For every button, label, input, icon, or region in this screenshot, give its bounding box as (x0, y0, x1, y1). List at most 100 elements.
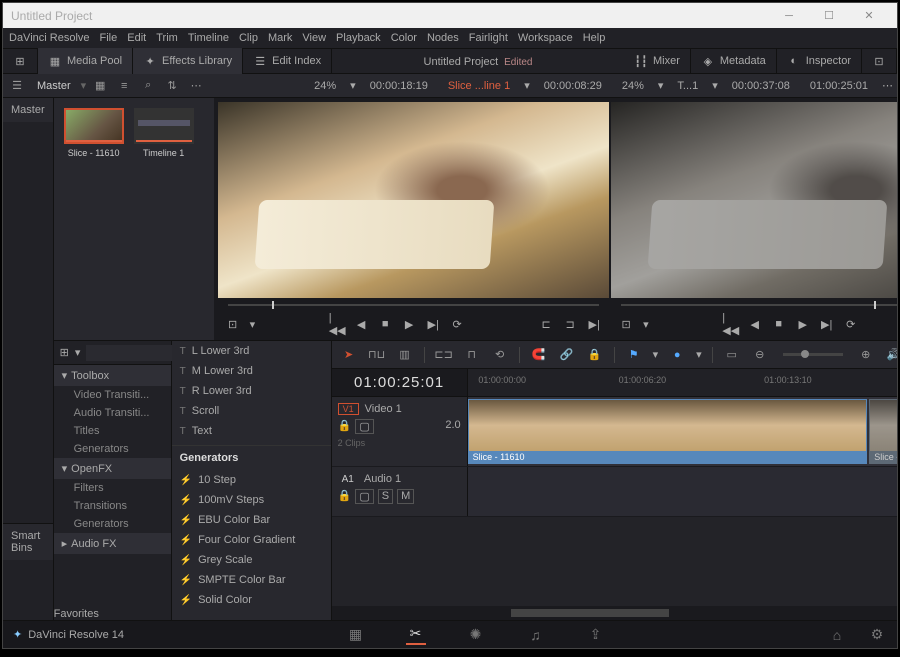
minimize-button[interactable]: ─ (769, 3, 809, 28)
menu-fairlight[interactable]: Fairlight (469, 32, 508, 44)
timeline-thumbnail[interactable]: Timeline 1 (134, 108, 194, 158)
expand-button[interactable]: ⊡ (862, 48, 897, 74)
menu-view[interactable]: View (302, 32, 326, 44)
edit-page-button[interactable]: ✂ (406, 625, 426, 645)
timeline-timecode[interactable]: 01:00:25:01 (332, 369, 468, 396)
lock-icon[interactable]: 🔒 (338, 419, 352, 434)
prev-frame-button[interactable]: ◀ (354, 317, 368, 331)
v1-tag[interactable]: V1 (338, 403, 359, 415)
lock-icon[interactable]: 🔒 (338, 489, 352, 504)
sort-icon[interactable]: ⇅ (162, 77, 182, 95)
fx-item[interactable]: Generators (54, 440, 171, 458)
more-icon[interactable]: ⋯ (186, 77, 206, 95)
prev-frame-button[interactable]: ◀ (748, 317, 762, 331)
source-screen[interactable] (218, 102, 610, 298)
program-zoom[interactable]: 24% (616, 80, 650, 92)
generator-item[interactable]: ⚡10 Step (172, 470, 331, 490)
stop-button[interactable]: ■ (378, 317, 392, 331)
marker-button[interactable]: ● (668, 346, 686, 364)
overwrite-tool[interactable]: ⊓ (463, 346, 481, 364)
menu-trim[interactable]: Trim (156, 32, 178, 44)
title-item[interactable]: TM Lower 3rd (172, 361, 331, 381)
view-options-button[interactable]: ▭ (723, 346, 741, 364)
timeline-scrollbar[interactable] (332, 606, 897, 620)
loop-button[interactable]: ⟳ (450, 317, 464, 331)
menu-mark[interactable]: Mark (268, 32, 292, 44)
thumbnail-view-icon[interactable]: ▦ (90, 77, 110, 95)
favorites-section[interactable]: Favorites (54, 608, 171, 620)
program-screen[interactable] (611, 102, 897, 298)
generator-item[interactable]: ⚡SMPTE Color Bar (172, 570, 331, 590)
first-frame-button[interactable]: |◀◀ (724, 317, 738, 331)
match-frame-icon[interactable]: ⊡ (619, 317, 633, 331)
snap-button[interactable]: 🧲 (530, 346, 548, 364)
source-zoom[interactable]: 24% (308, 80, 342, 92)
play-button[interactable]: ▶ (402, 317, 416, 331)
next-frame-button[interactable]: ▶| (820, 317, 834, 331)
toggle-panel-button[interactable]: ⊞ (3, 48, 38, 74)
panel-icon[interactable]: ⊞ (60, 346, 69, 359)
metadata-button[interactable]: ◈Metadata (691, 48, 777, 74)
zoom-slider[interactable] (783, 353, 843, 356)
menu-timeline[interactable]: Timeline (188, 32, 229, 44)
fx-item[interactable]: Audio Transiti... (54, 404, 171, 422)
menu-color[interactable]: Color (391, 32, 417, 44)
solo-button[interactable]: S (378, 489, 393, 504)
lock-button[interactable]: 🔒 (586, 346, 604, 364)
match-frame-icon[interactable]: ⊡ (226, 317, 240, 331)
trim-tool[interactable]: ⊓⊔ (368, 346, 386, 364)
toolbox-category[interactable]: ▾Toolbox (54, 365, 171, 386)
menu-help[interactable]: Help (583, 32, 606, 44)
edit-index-button[interactable]: ☰Edit Index (243, 48, 332, 74)
selection-tool[interactable]: ➤ (340, 346, 358, 364)
track-enable-button[interactable]: ▢ (355, 489, 373, 504)
clip-thumbnail[interactable]: Slice - 11610 (64, 108, 124, 158)
deliver-page-button[interactable]: ⇪ (586, 625, 606, 645)
close-button[interactable]: ✕ (849, 3, 889, 28)
inspector-button[interactable]: ◐Inspector (777, 48, 862, 74)
mixer-button[interactable]: ┇┇Mixer (624, 48, 691, 74)
flag-button[interactable]: ⚑ (625, 346, 643, 364)
generator-item[interactable]: ⚡EBU Color Bar (172, 510, 331, 530)
timeline-clip[interactable]: Slice - 11610 (869, 399, 897, 464)
replace-tool[interactable]: ⟲ (491, 346, 509, 364)
effects-library-button[interactable]: ✦Effects Library (133, 48, 243, 74)
zoom-in-button[interactable]: ⊕ (857, 346, 875, 364)
bin-path[interactable]: Master (31, 80, 77, 92)
first-frame-button[interactable]: |◀◀ (330, 317, 344, 331)
a1-tag[interactable]: A1 (338, 474, 358, 485)
zoom-out-button[interactable]: ⊖ (751, 346, 769, 364)
fx-item[interactable]: Titles (54, 422, 171, 440)
fairlight-page-button[interactable]: ♫ (526, 625, 546, 645)
bin-master[interactable]: Master (3, 98, 53, 122)
next-frame-button[interactable]: ▶| (426, 317, 440, 331)
mute-button[interactable]: M (397, 489, 414, 504)
audio-track-header[interactable]: A1Audio 1 🔒▢SM (332, 467, 468, 516)
generator-item[interactable]: ⚡Grey Scale (172, 550, 331, 570)
stop-button[interactable]: ■ (772, 317, 786, 331)
out-point-button[interactable]: ⊐ (563, 317, 577, 331)
settings-button[interactable]: ⚙ (867, 625, 887, 645)
fx-item[interactable]: Transitions (54, 497, 171, 515)
link-button[interactable]: 🔗 (558, 346, 576, 364)
generator-item[interactable]: ⚡Solid Color (172, 590, 331, 610)
home-button[interactable]: ⌂ (827, 625, 847, 645)
program-scrubber[interactable] (611, 298, 897, 312)
title-item[interactable]: TText (172, 421, 331, 441)
menu-playback[interactable]: Playback (336, 32, 381, 44)
maximize-button[interactable]: ☐ (809, 3, 849, 28)
generator-item[interactable]: ⚡100mV Steps (172, 490, 331, 510)
insert-tool[interactable]: ⊏⊐ (435, 346, 453, 364)
source-scrubber[interactable] (218, 298, 610, 312)
generator-item[interactable]: ⚡Four Color Gradient (172, 530, 331, 550)
video-track-header[interactable]: V1Video 1 🔒▢2.0 2 Clips (332, 397, 468, 466)
list-view-icon[interactable]: ≡ (114, 77, 134, 95)
in-point-button[interactable]: ⊏ (539, 317, 553, 331)
fx-item[interactable]: Filters (54, 479, 171, 497)
menu-clip[interactable]: Clip (239, 32, 258, 44)
media-page-button[interactable]: ▦ (346, 625, 366, 645)
menu-nodes[interactable]: Nodes (427, 32, 459, 44)
last-frame-button[interactable]: ▶| (587, 317, 601, 331)
title-item[interactable]: TL Lower 3rd (172, 341, 331, 361)
media-pool-button[interactable]: ▦Media Pool (38, 48, 133, 74)
